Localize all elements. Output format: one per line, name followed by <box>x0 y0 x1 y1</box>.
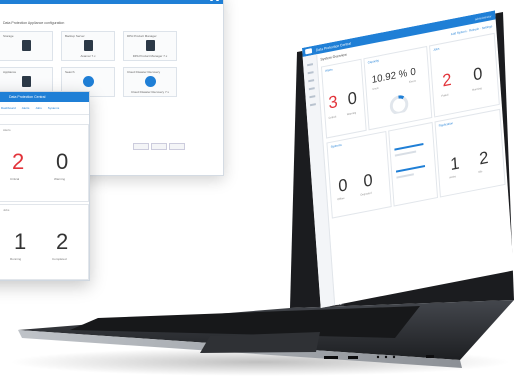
alerts-critical-value: 3 <box>327 91 339 113</box>
jobs-card[interactable]: Jobs 2 Failed 0 Running <box>429 32 500 118</box>
alerts-warning-caption: Warning <box>346 111 357 117</box>
app-logo <box>305 48 313 55</box>
capacity-used-caption: Used <box>372 86 379 92</box>
nav-jobs-icon[interactable] <box>308 79 315 83</box>
systems-degraded-value: 0 <box>362 170 374 192</box>
laptop-screen-ui: Data Protection Central administrator Sy… <box>302 10 514 309</box>
replication-idle-caption: Idle <box>478 170 483 174</box>
user-menu[interactable]: administrator <box>475 14 492 21</box>
capacity-used-value: 10.92 % <box>371 68 408 87</box>
nav-systems-icon[interactable] <box>308 87 315 91</box>
alerts-critical-caption: Critical <box>328 115 337 120</box>
jobs-running-caption: Running <box>472 87 482 92</box>
systems-offline-caption: Offline <box>337 196 345 202</box>
refresh-button[interactable]: Refresh <box>469 27 479 33</box>
page-title: System Overview <box>320 52 347 62</box>
capacity-errors-caption: Errors <box>409 79 417 84</box>
nav-reports-icon[interactable] <box>309 95 316 99</box>
jobs-failed-value: 2 <box>441 69 453 91</box>
activity-bar <box>394 143 424 151</box>
capacity-errors-value: 0 <box>410 66 417 79</box>
capacity-card[interactable]: Capacity 10.92 % Used 0 Errors <box>363 45 433 131</box>
activity-card[interactable] <box>388 121 439 207</box>
card-label: Capacity <box>367 58 380 65</box>
jobs-failed-caption: Failed <box>441 93 449 98</box>
replication-idle-value: 2 <box>478 147 490 169</box>
alerts-card[interactable]: Alerts 3 Critical 0 Warning <box>320 58 367 139</box>
systems-offline-value: 0 <box>337 175 349 196</box>
card-label: Jobs <box>433 46 440 52</box>
systems-degraded-caption: Degraded <box>360 191 372 197</box>
activity-bar <box>395 165 426 173</box>
jobs-running-value: 0 <box>472 63 484 85</box>
add-system-button[interactable]: Add System <box>451 29 467 36</box>
activity-bar <box>394 150 417 157</box>
replication-active-value: 1 <box>449 153 461 175</box>
activity-bar <box>396 173 414 179</box>
nav-settings-icon[interactable] <box>309 103 316 107</box>
nav-dashboard-icon[interactable] <box>307 63 314 67</box>
settings-button[interactable]: Settings <box>482 24 493 30</box>
marketing-scene: Data Protection Appliance configuration … <box>0 0 518 382</box>
capacity-gauge <box>389 95 409 115</box>
replication-card[interactable]: Replication 1 Active 2 Idle <box>434 108 506 198</box>
systems-card[interactable]: Systems 0 Offline 0 Degraded <box>326 130 392 219</box>
replication-active-caption: Active <box>449 175 457 180</box>
alerts-warning-value: 0 <box>347 88 358 109</box>
card-label: Alerts <box>325 67 333 73</box>
card-label: Replication <box>438 121 454 128</box>
laptop: DELL Data Protection Central administrat… <box>0 0 518 382</box>
nav-alerts-icon[interactable] <box>307 71 314 75</box>
card-label: Systems <box>330 142 342 149</box>
